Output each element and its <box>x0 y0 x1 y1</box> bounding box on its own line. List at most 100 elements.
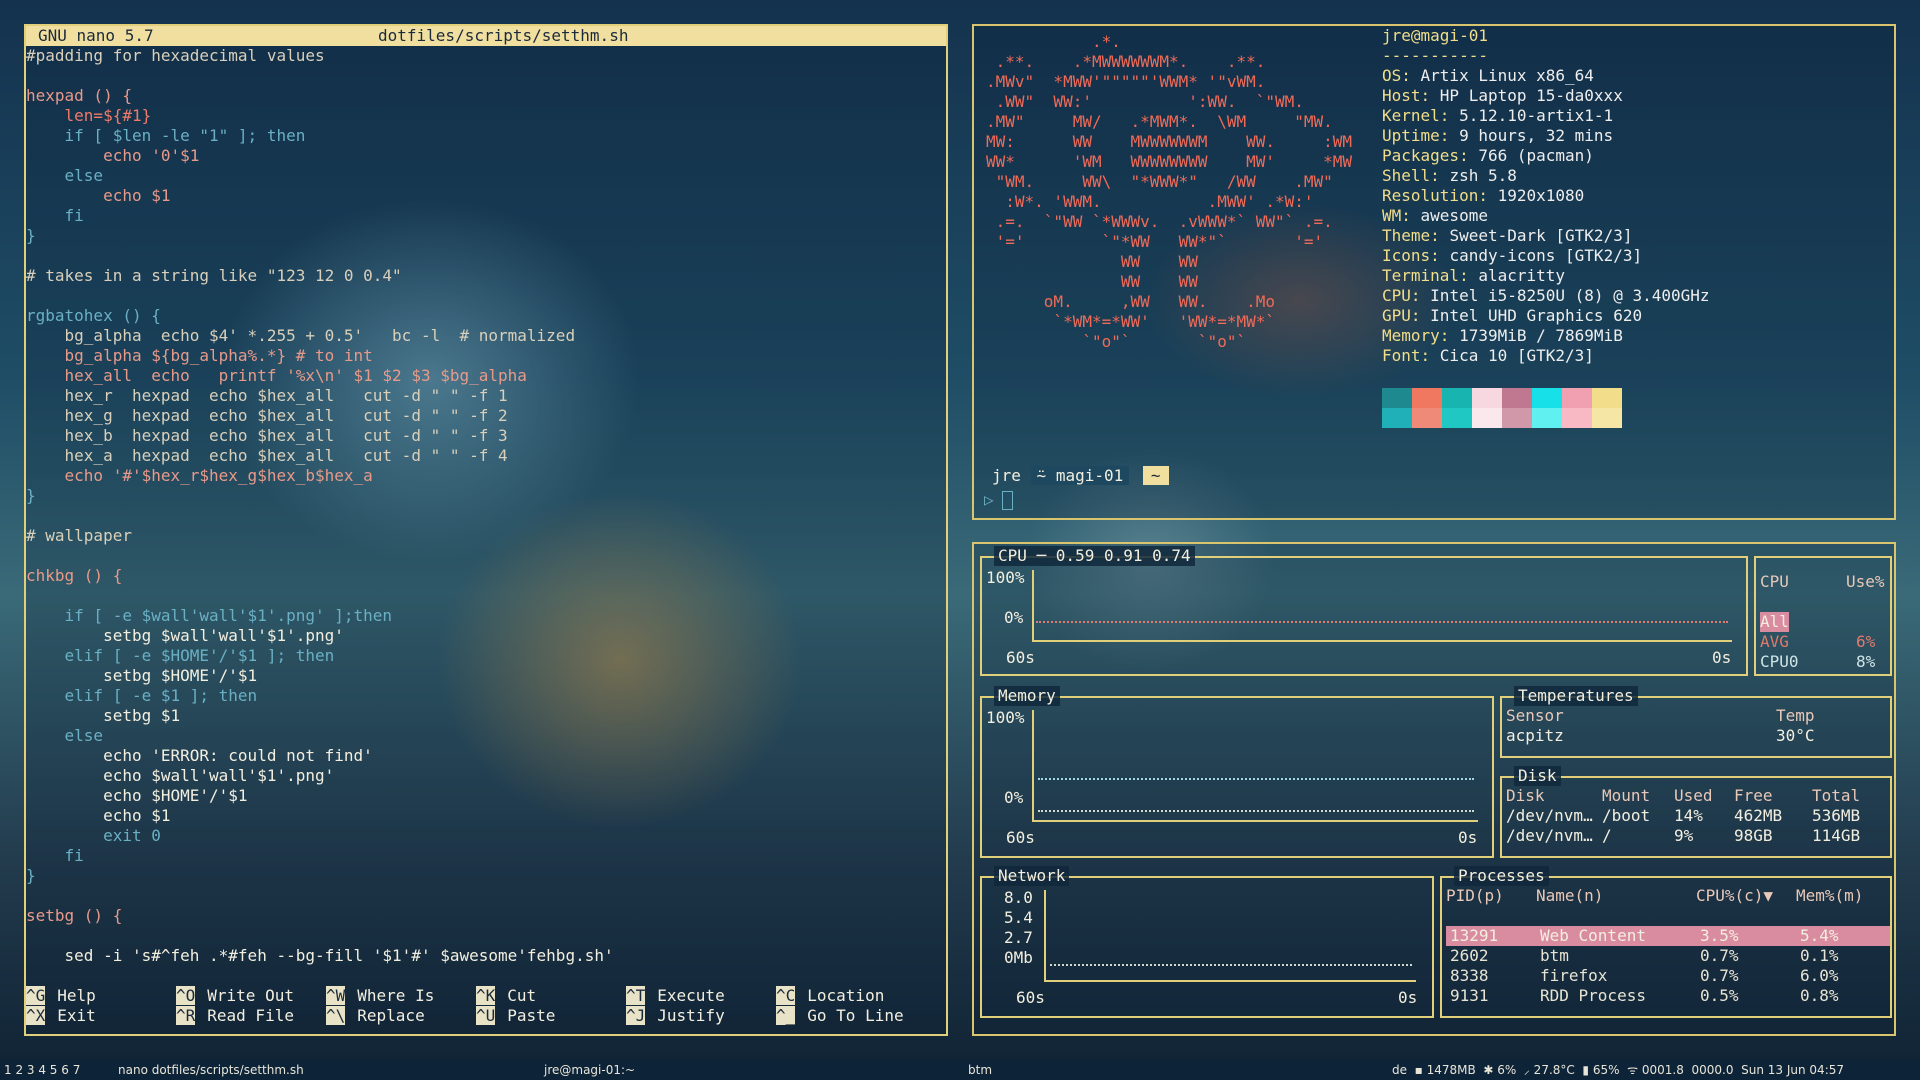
shortcut-key: ^W <box>326 986 346 1005</box>
code-line[interactable]: if [ -e $wall'wall'$1'.png' ];then <box>26 606 946 626</box>
code-line[interactable]: fi <box>26 846 946 866</box>
process-cell: 0.1% <box>1800 946 1839 965</box>
code-line[interactable] <box>26 926 946 946</box>
process-widget[interactable]: Processes PID(p) Name(n) CPU%(c)▼ Mem%(m) 13… <box>1440 866 1892 1018</box>
code-line[interactable]: fi <box>26 206 946 226</box>
info-key: Resolution <box>1382 186 1479 205</box>
process-row[interactable]: 8338 firefox 0.7% 6.0% <box>1446 966 1890 986</box>
network-graph-widget[interactable]: Network 8.0 5.4 2.7 0Mb 60s 0s <box>980 866 1434 1018</box>
shortcut-execute: ^T Execute <box>626 986 725 1006</box>
info-wm: WM: awesome <box>1382 206 1488 225</box>
code-line[interactable]: setbg $wall'wall'$1'.png' <box>26 626 946 646</box>
code-line[interactable]: hex_a hexpad echo $hex_all cut -d " " -f… <box>26 446 946 466</box>
info-theme: Theme: Sweet-Dark [GTK2/3] <box>1382 226 1633 245</box>
disk-cell: /boot <box>1602 806 1651 825</box>
info-value: Sweet-Dark [GTK2/3] <box>1449 226 1633 245</box>
code-line[interactable]: echo $1 <box>26 186 946 206</box>
mem-x-axis <box>1032 820 1478 822</box>
process-cell: 9131 <box>1450 986 1489 1005</box>
code-line[interactable] <box>26 286 946 306</box>
btm-terminal-window[interactable]: CPU ─ 0.59 0.91 0.74 100% 0% 60s 0s CPU … <box>972 542 1896 1036</box>
temperature-widget[interactable]: Temperatures Sensor Temp acpitz 30°C <box>1500 686 1892 758</box>
swap-usage-line <box>1038 810 1474 812</box>
cpu-legend-avg[interactable]: AVG <box>1760 632 1789 652</box>
cpu-usage-line <box>1036 621 1728 623</box>
command-line[interactable]: ▷ <box>984 490 1013 510</box>
cpu-legend-cpu0[interactable]: CPU0 <box>1760 652 1799 672</box>
code-line[interactable]: # wallpaper <box>26 526 946 546</box>
code-line[interactable]: # takes in a string like "123 12 0 0.4" <box>26 266 946 286</box>
code-line[interactable]: bg_alpha echo $4' *.255 + 0.5' bc -l # n… <box>26 326 946 346</box>
code-line[interactable]: len=${#1} <box>26 106 946 126</box>
code-editor[interactable]: #padding for hexadecimal values hexpad ()… <box>26 46 946 966</box>
code-line[interactable] <box>26 886 946 906</box>
task-nano[interactable]: nano dotfiles/scripts/setthm.sh <box>118 1060 304 1080</box>
code-line[interactable]: else <box>26 166 946 186</box>
ram-usage-line <box>1038 778 1474 780</box>
code-line[interactable]: echo $HOME'/'$1 <box>26 786 946 806</box>
code-line[interactable]: elif [ -e $1 ]; then <box>26 686 946 706</box>
disk-cell: 14% <box>1674 806 1703 825</box>
code-line[interactable] <box>26 586 946 606</box>
code-line[interactable]: hexpad () { <box>26 86 946 106</box>
code-line[interactable]: exit 0 <box>26 826 946 846</box>
code-line[interactable]: setbg () { <box>26 906 946 926</box>
code-line[interactable]: else <box>26 726 946 746</box>
shortcut-label: Location <box>807 986 885 1005</box>
mem-x-start: 60s <box>1006 828 1035 847</box>
process-row[interactable]: 9131 RDD Process 0.5% 0.8% <box>1446 986 1890 1006</box>
code-line[interactable]: if [ $len -le "1" ]; then <box>26 126 946 146</box>
ascii-line: .WW" WW:' ':WW. `"WM. <box>986 92 1304 111</box>
code-line[interactable]: #padding for hexadecimal values <box>26 46 946 66</box>
neofetch-terminal-window[interactable]: .*. .**. .*MWWWWWWM*. .**. .MWv" *MWW'""… <box>972 24 1896 520</box>
cpu-legend-widget[interactable]: CPU Use% All AVG 6% CPU0 8% <box>1754 556 1892 676</box>
info-kernel: Kernel: 5.12.10-artix1-1 <box>1382 106 1614 125</box>
nano-terminal-window[interactable]: GNU nano 5.7 dotfiles/scripts/setthm.sh … <box>24 24 948 1036</box>
shortcut-where-is: ^W Where Is <box>326 986 434 1006</box>
cpu-legend-all[interactable]: All <box>1760 612 1789 632</box>
process-cell: 2602 <box>1450 946 1489 965</box>
code-line[interactable]: setbg $HOME'/'$1 <box>26 666 946 686</box>
task-btm[interactable]: btm <box>968 1060 992 1080</box>
info-key: Kernel <box>1382 106 1440 125</box>
mem-x-end: 0s <box>1458 828 1478 847</box>
shortcut-label: Go To Line <box>807 1006 904 1025</box>
code-line[interactable]: echo '0'$1 <box>26 146 946 166</box>
code-line[interactable]: hex_b hexpad echo $hex_all cut -d " " -f… <box>26 426 946 446</box>
process-row[interactable]: 2602 btm 0.7% 0.1% <box>1446 946 1890 966</box>
code-line[interactable]: } <box>26 486 946 506</box>
cpu-x-axis <box>1032 640 1732 642</box>
disk-cell: 9% <box>1674 826 1694 845</box>
disk-cell: 114GB <box>1812 826 1861 845</box>
workspace-tags[interactable]: 1 2 3 4 5 6 7 <box>4 1060 80 1080</box>
text-cursor <box>1001 491 1013 510</box>
code-line[interactable] <box>26 546 946 566</box>
code-line[interactable]: rgbatohex () { <box>26 306 946 326</box>
temp-sensor-value: 30°C <box>1776 726 1815 745</box>
code-line[interactable]: echo $1 <box>26 806 946 826</box>
code-line[interactable] <box>26 246 946 266</box>
info-key: Font <box>1382 346 1421 365</box>
info-value: candy-icons [GTK2/3] <box>1449 246 1643 265</box>
code-line[interactable]: elif [ -e $HOME'/'$1 ]; then <box>26 646 946 666</box>
code-line[interactable]: chkbg () { <box>26 566 946 586</box>
code-line[interactable]: echo '#'$hex_r$hex_g$hex_b$hex_a <box>26 466 946 486</box>
code-line[interactable]: hex_g hexpad echo $hex_all cut -d " " -f… <box>26 406 946 426</box>
code-line[interactable]: setbg $1 <box>26 706 946 726</box>
code-line[interactable]: sed -i 's#^feh .*#feh --bg-fill '$1'#' $… <box>26 946 946 966</box>
code-line[interactable]: echo 'ERROR: could not find' <box>26 746 946 766</box>
process-row[interactable]: 13291 Web Content 3.5% 5.4% <box>1446 926 1890 946</box>
code-line[interactable] <box>26 506 946 526</box>
code-line[interactable]: bg_alpha ${bg_alpha%.*} # to int <box>26 346 946 366</box>
disk-widget[interactable]: Disk Disk Mount Used Free Total/dev/nvm… /boo… <box>1500 766 1892 858</box>
code-line[interactable] <box>26 66 946 86</box>
info-value: Intel i5-8250U (8) @ 3.400GHz <box>1430 286 1710 305</box>
task-terminal[interactable]: jre@magi-01:~ <box>544 1060 635 1080</box>
cpu-graph-widget[interactable]: CPU ─ 0.59 0.91 0.74 100% 0% 60s 0s <box>980 546 1748 676</box>
code-line[interactable]: } <box>26 866 946 886</box>
code-line[interactable]: hex_r hexpad echo $hex_all cut -d " " -f… <box>26 386 946 406</box>
memory-graph-widget[interactable]: Memory 100% 0% 60s 0s <box>980 686 1494 858</box>
code-line[interactable]: echo $wall'wall'$1'.png' <box>26 766 946 786</box>
code-line[interactable]: hex_all echo printf '%x\n' $1 $2 $3 $bg_… <box>26 366 946 386</box>
code-line[interactable]: } <box>26 226 946 246</box>
